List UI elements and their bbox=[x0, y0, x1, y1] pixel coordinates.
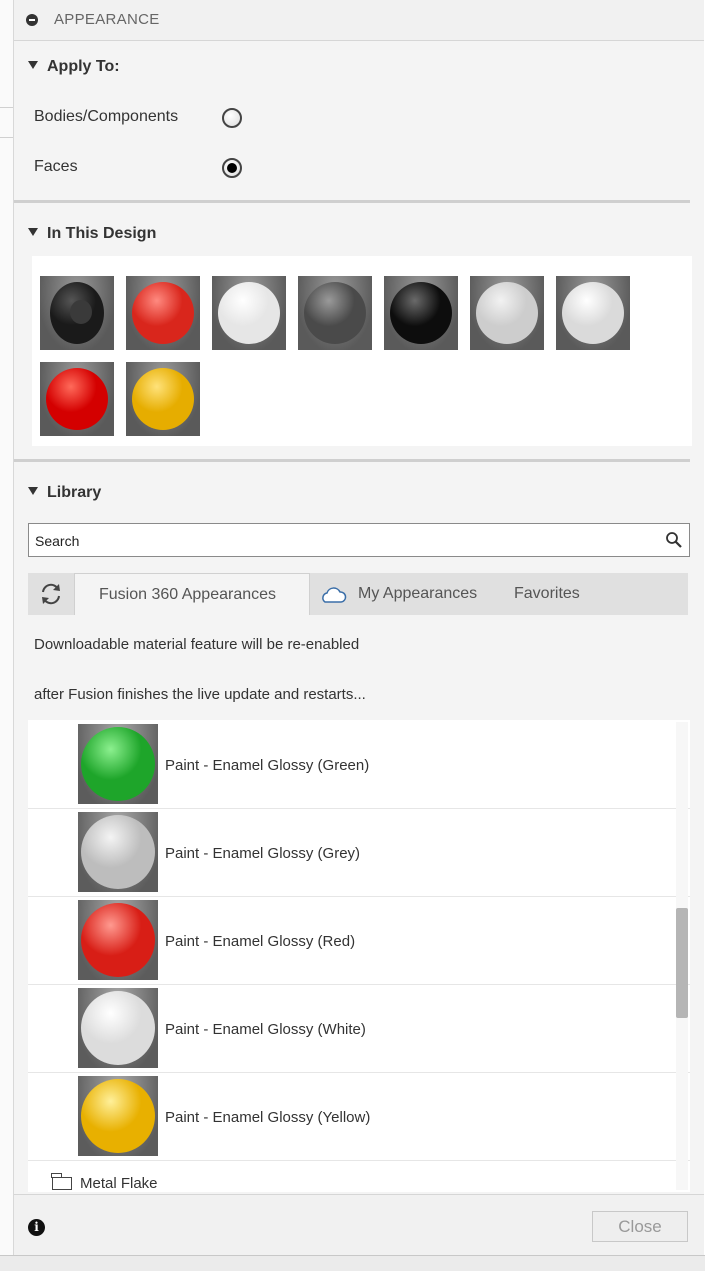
tab-label: Fusion 360 Appearances bbox=[99, 586, 277, 603]
list-item-label: Paint - Enamel Glossy (Yellow) bbox=[165, 1109, 371, 1126]
apply-to-heading: Apply To: bbox=[47, 58, 120, 75]
design-swatch[interactable] bbox=[298, 276, 372, 350]
option-label-bodies: Bodies/Components bbox=[34, 108, 179, 125]
design-swatch[interactable] bbox=[384, 276, 458, 350]
folder-icon bbox=[51, 1172, 72, 1190]
apply-to-header[interactable]: Apply To: bbox=[28, 58, 120, 76]
tab-fusion-360-appearances[interactable]: Fusion 360 Appearances bbox=[74, 573, 310, 615]
design-swatch[interactable] bbox=[126, 276, 200, 350]
appearance-thumbnail bbox=[78, 988, 158, 1068]
refresh-icon[interactable] bbox=[38, 581, 64, 607]
light-grey-swatch-icon bbox=[476, 282, 538, 344]
appearance-thumbnail bbox=[78, 1076, 158, 1156]
bottom-edge-strip bbox=[0, 1255, 705, 1271]
list-item-label: Paint - Enamel Glossy (Red) bbox=[165, 933, 356, 950]
edge-tick bbox=[0, 137, 13, 138]
paint-sphere-icon bbox=[81, 1079, 155, 1153]
appearance-thumbnail bbox=[78, 812, 158, 892]
design-swatch[interactable] bbox=[40, 362, 114, 436]
appearance-thumbnail bbox=[78, 724, 158, 804]
search-input[interactable]: Search bbox=[28, 523, 690, 557]
paint-sphere-icon bbox=[81, 903, 155, 977]
list-item[interactable]: Paint - Enamel Glossy (Grey) bbox=[28, 808, 690, 897]
design-swatch[interactable] bbox=[212, 276, 286, 350]
ring-hole bbox=[70, 300, 92, 324]
panel-title-bar: APPEARANCE bbox=[14, 0, 704, 41]
panel-title: APPEARANCE bbox=[54, 11, 160, 28]
option-label-faces: Faces bbox=[34, 158, 78, 175]
notice-line-1: Downloadable material feature will be re… bbox=[34, 636, 360, 653]
red-glossy-swatch-icon bbox=[132, 282, 194, 344]
tab-label: Favorites bbox=[514, 585, 580, 602]
folder-metal-flake[interactable]: Metal Flake bbox=[51, 1172, 158, 1192]
edge-tick bbox=[0, 107, 13, 108]
section-divider bbox=[14, 200, 690, 203]
appearance-panel: APPEARANCE Apply To: Bodies/Components F… bbox=[14, 0, 704, 1256]
library-list: Metal Flake Paint - Enamel Glossy (Green… bbox=[28, 720, 690, 1192]
library-tab-bar: Fusion 360 Appearances My Appearances Fa… bbox=[28, 573, 688, 615]
library-heading: Library bbox=[47, 484, 102, 501]
info-icon[interactable]: i bbox=[28, 1219, 45, 1236]
tab-label: My Appearances bbox=[358, 585, 478, 602]
list-item-label: Paint - Enamel Glossy (Grey) bbox=[165, 845, 361, 862]
design-swatch-grid bbox=[32, 256, 692, 446]
library-header[interactable]: Library bbox=[28, 484, 101, 502]
collapse-icon[interactable] bbox=[26, 14, 38, 26]
design-swatch[interactable] bbox=[126, 362, 200, 436]
dark-grey-glossy-swatch-icon bbox=[304, 282, 366, 344]
expand-triangle-icon bbox=[28, 60, 38, 69]
tab-favorites[interactable]: Favorites bbox=[514, 573, 580, 615]
radio-faces[interactable] bbox=[222, 158, 242, 178]
list-item[interactable]: Paint - Enamel Glossy (Red) bbox=[28, 896, 690, 985]
yellow-swatch-icon bbox=[132, 368, 194, 430]
white-swatch-icon bbox=[218, 282, 280, 344]
list-item-label: Paint - Enamel Glossy (White) bbox=[165, 1021, 366, 1038]
expand-triangle-icon bbox=[28, 227, 38, 236]
design-swatch[interactable] bbox=[556, 276, 630, 350]
folder-label: Metal Flake bbox=[80, 1175, 158, 1192]
black-ring-swatch-icon bbox=[50, 282, 104, 344]
paint-sphere-icon bbox=[81, 815, 155, 889]
appearance-thumbnail bbox=[78, 900, 158, 980]
paint-sphere-icon bbox=[81, 991, 155, 1065]
notice-line-2: after Fusion finishes the live update an… bbox=[34, 686, 366, 703]
list-item[interactable]: Paint - Enamel Glossy (Green) bbox=[28, 720, 690, 809]
tab-my-appearances[interactable]: My Appearances bbox=[358, 573, 477, 615]
design-swatch[interactable] bbox=[40, 276, 114, 350]
section-divider bbox=[14, 459, 690, 462]
expand-triangle-icon bbox=[28, 486, 38, 495]
list-item-label: Paint - Enamel Glossy (Green) bbox=[165, 757, 370, 774]
paint-sphere-icon bbox=[81, 727, 155, 801]
white-matte-swatch-icon bbox=[562, 282, 624, 344]
cloud-icon bbox=[322, 587, 347, 603]
search-input-text: Search bbox=[35, 533, 80, 549]
left-edge-strip bbox=[0, 0, 14, 1270]
close-button[interactable]: Close bbox=[592, 1211, 688, 1242]
red-swatch-icon bbox=[46, 368, 108, 430]
search-icon[interactable] bbox=[665, 531, 683, 549]
list-item[interactable]: Paint - Enamel Glossy (Yellow) bbox=[28, 1072, 690, 1161]
radio-bodies-components[interactable] bbox=[222, 108, 242, 128]
list-item[interactable]: Paint - Enamel Glossy (White) bbox=[28, 984, 690, 1073]
black-glossy-swatch-icon bbox=[390, 282, 452, 344]
in-this-design-header[interactable]: In This Design bbox=[28, 225, 156, 243]
design-swatch[interactable] bbox=[470, 276, 544, 350]
scrollbar-thumb[interactable] bbox=[676, 908, 688, 1018]
panel-footer: i Close bbox=[14, 1194, 704, 1256]
in-this-design-heading: In This Design bbox=[47, 225, 157, 242]
